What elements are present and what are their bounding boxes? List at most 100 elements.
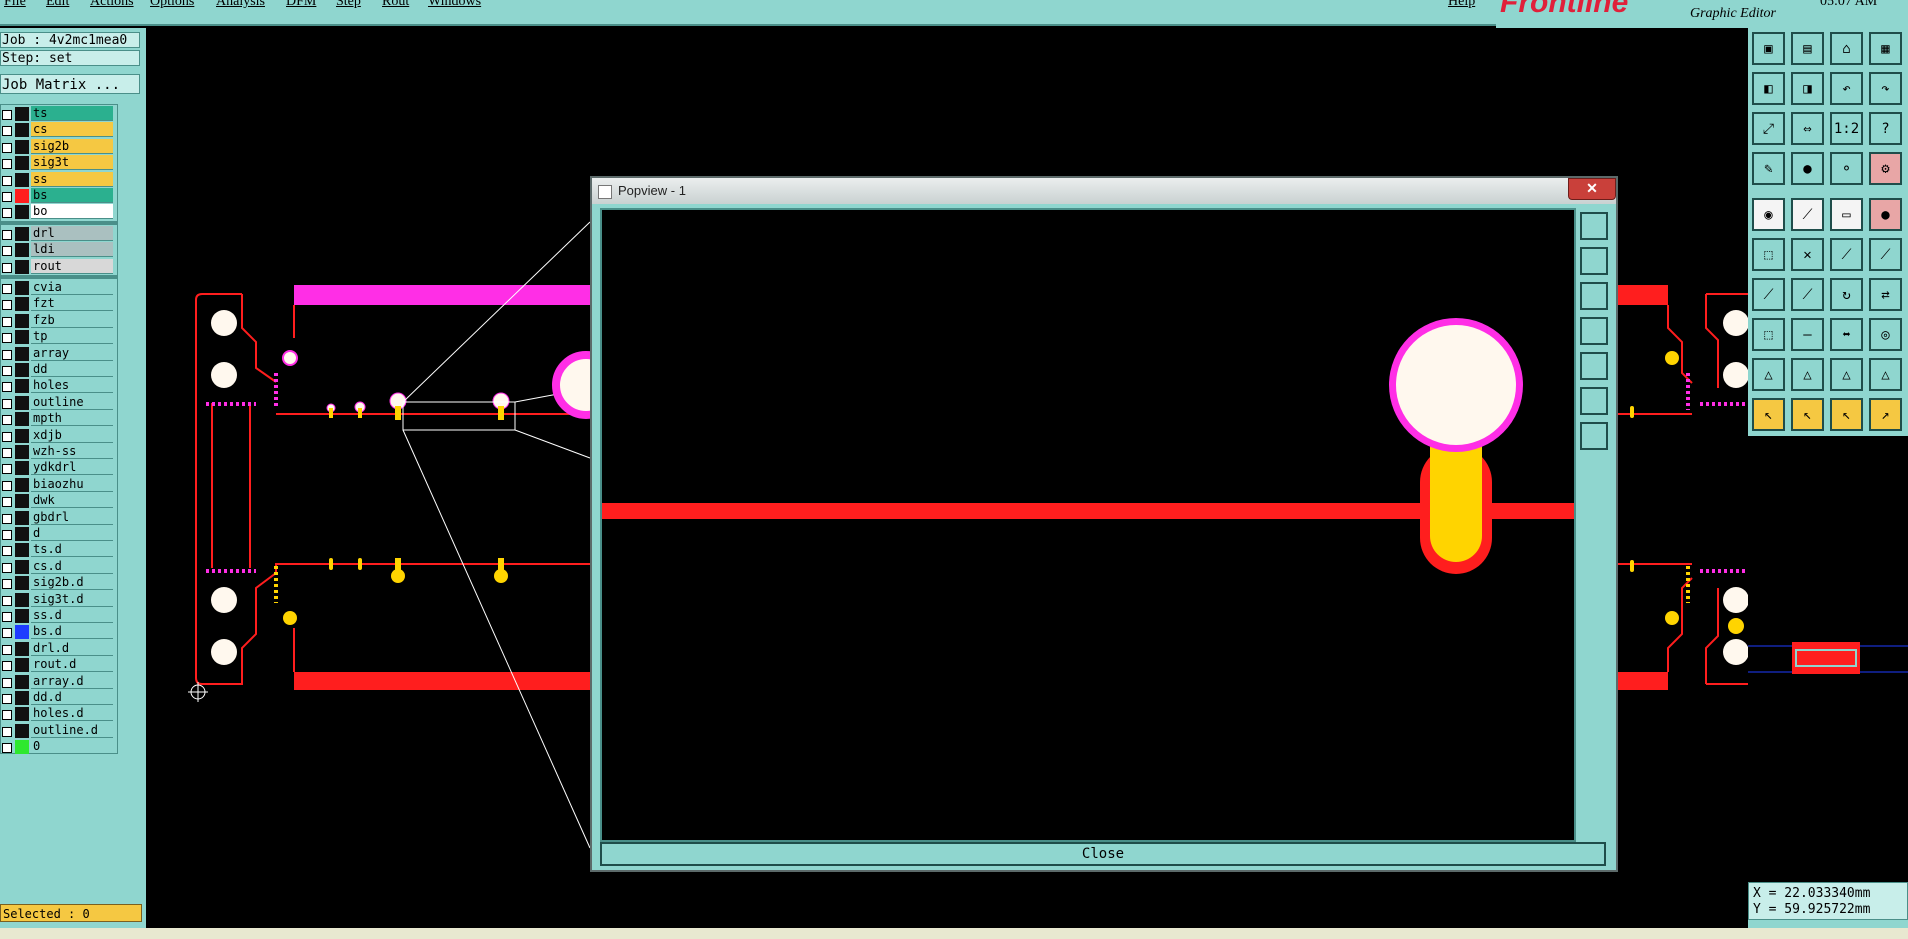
layer-row[interactable]: bs (1, 188, 115, 204)
layer-row[interactable]: ss.d (1, 608, 115, 624)
redo-tool-button[interactable]: ↷ (1869, 72, 1902, 105)
popview-titlebar[interactable]: Popview - 1 (592, 178, 1616, 204)
pv-top-button[interactable] (1580, 247, 1608, 275)
component-tool-button[interactable]: ◎ (1869, 318, 1902, 351)
layer-row[interactable]: sig3t.d (1, 591, 115, 608)
layer-color-swatch[interactable] (15, 189, 29, 203)
pv-left-button[interactable] (1580, 317, 1608, 345)
layer-row[interactable]: array (1, 345, 115, 362)
layer-row[interactable]: ldi (1, 242, 115, 258)
layer-checkbox[interactable] (2, 175, 12, 186)
layer-checkbox[interactable] (2, 480, 12, 491)
layer-row[interactable]: fzt (1, 296, 115, 312)
layer-color-swatch[interactable] (15, 395, 29, 410)
layer-name[interactable]: bs (31, 188, 113, 203)
layer-checkbox[interactable] (2, 743, 12, 754)
layer-checkbox[interactable] (2, 382, 12, 393)
menu-rout[interactable]: Rout (382, 0, 409, 10)
layer-row[interactable]: sig3t (1, 155, 115, 171)
layer-name[interactable]: sig3t (31, 155, 113, 171)
overview-navigator[interactable] (1748, 436, 1908, 882)
layer-color-swatch[interactable] (15, 510, 29, 525)
layer-checkbox[interactable] (2, 333, 12, 344)
zoom-width-tool-button[interactable]: ⇔ (1791, 112, 1824, 145)
layer-name[interactable]: ss.d (31, 608, 113, 623)
layer-row[interactable]: rout.d (1, 657, 115, 673)
layer-name[interactable]: fzb (31, 312, 113, 328)
layer-row[interactable]: wzh-ss (1, 444, 115, 460)
cut-tool-button[interactable]: ⟋ (1752, 278, 1785, 311)
home-tool-button[interactable]: ⌂ (1830, 32, 1863, 65)
layer-name[interactable]: outline.d (31, 722, 113, 738)
layer-row[interactable]: 0 (1, 739, 115, 755)
layer-name[interactable]: ss (31, 171, 113, 187)
layer-checkbox[interactable] (2, 710, 12, 721)
trace-tool-button[interactable]: ⟋ (1869, 238, 1902, 271)
layer-color-swatch[interactable] (15, 428, 29, 443)
layer-checkbox[interactable] (2, 284, 12, 294)
layer-name[interactable]: drl (31, 225, 113, 241)
layer-color-swatch[interactable] (15, 107, 29, 121)
rect-tool-button[interactable]: ▭ (1830, 198, 1863, 231)
layer-color-swatch[interactable] (15, 346, 29, 361)
layer-row[interactable]: drl (1, 225, 115, 242)
layer-row[interactable]: holes (1, 378, 115, 394)
menu-windows[interactable]: Windows (428, 0, 481, 10)
zoom-fit-tool-button[interactable]: ⤢ (1752, 112, 1785, 145)
layer-checkbox[interactable] (2, 192, 12, 202)
layer-checkbox[interactable] (2, 349, 12, 360)
layer-color-swatch[interactable] (15, 641, 29, 656)
layer-checkbox[interactable] (2, 628, 12, 639)
layer-row[interactable]: d (1, 526, 115, 542)
layer-name[interactable]: biaozhu (31, 476, 113, 492)
job-matrix-button[interactable]: Job Matrix ... (0, 74, 140, 94)
rotate-tool-button[interactable]: ↻ (1830, 278, 1863, 311)
layer-checkbox[interactable] (2, 579, 12, 590)
layer-name[interactable]: sig3t.d (31, 591, 113, 607)
menu-file[interactable]: File (4, 0, 26, 10)
layer-color-swatch[interactable] (15, 156, 29, 171)
layer-row[interactable]: bo (1, 204, 115, 220)
layer-color-swatch[interactable] (15, 609, 29, 623)
layer-color-swatch[interactable] (15, 205, 29, 220)
layer-row[interactable]: sig2b (1, 138, 115, 155)
select-tool-button[interactable]: ↖ (1752, 398, 1785, 431)
menu-analysis[interactable]: Analysis (216, 0, 265, 10)
layer-name[interactable]: sig2b (31, 138, 113, 154)
copy-tool-button[interactable]: ⬚ (1752, 318, 1785, 351)
snap-tool-button[interactable]: ● (1791, 152, 1824, 185)
layer-name[interactable]: sig2b.d (31, 575, 113, 591)
open-tool-button[interactable]: ▣ (1752, 32, 1785, 65)
layer-row[interactable]: biaozhu (1, 476, 115, 493)
grid-tool-button[interactable]: ▦ (1869, 32, 1902, 65)
layer-checkbox[interactable] (2, 316, 12, 327)
layer-checkbox[interactable] (2, 142, 12, 153)
layer-name[interactable]: bo (31, 204, 113, 220)
layer-color-swatch[interactable] (15, 477, 29, 492)
layer-row[interactable]: outline.d (1, 722, 115, 739)
layer-color-swatch[interactable] (15, 707, 29, 722)
layer-color-swatch[interactable] (15, 576, 29, 591)
mirror-tool-button[interactable]: ⇄ (1869, 278, 1902, 311)
layer-color-swatch[interactable] (15, 691, 29, 705)
layer-checkbox[interactable] (2, 110, 12, 120)
layer-row[interactable]: ydkdrl (1, 460, 115, 476)
layer-checkbox[interactable] (2, 661, 12, 672)
move-tool-button[interactable]: ↗ (1869, 398, 1902, 431)
menu-actions[interactable]: Actions (90, 0, 134, 10)
layer-name[interactable]: cs (31, 122, 113, 138)
layer-checkbox[interactable] (2, 530, 12, 540)
layer-checkbox[interactable] (2, 546, 12, 557)
layer-color-swatch[interactable] (15, 172, 29, 187)
layer-checkbox[interactable] (2, 229, 12, 240)
net-tool-button[interactable]: ⬚ (1752, 238, 1785, 271)
scale-tool-button[interactable]: 1:2 (1830, 112, 1863, 145)
delete-tool-button[interactable]: ✕ (1791, 238, 1824, 271)
layer-name[interactable]: dwk (31, 493, 113, 509)
layer-color-swatch[interactable] (15, 658, 29, 673)
layer-name[interactable]: cs.d (31, 558, 113, 574)
layer-checkbox[interactable] (2, 595, 12, 606)
pv-expand-button[interactable] (1580, 387, 1608, 415)
layer-row[interactable]: drl.d (1, 640, 115, 657)
layer-checkbox[interactable] (2, 300, 12, 311)
